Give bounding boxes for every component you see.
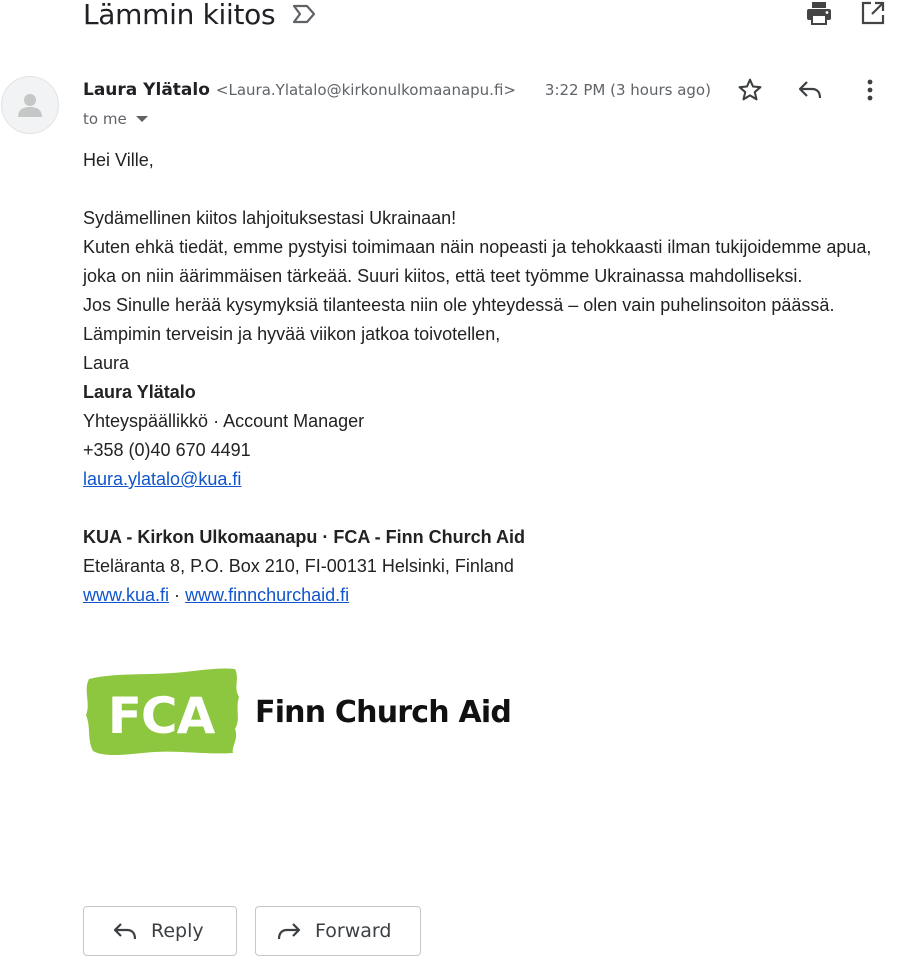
greeting: Hei Ville,: [83, 150, 154, 170]
label-outline-icon[interactable]: [291, 4, 317, 24]
body-line: Jos Sinulle herää kysymyksiä tilanteesta…: [83, 295, 835, 315]
reply-icon: [798, 81, 822, 99]
finnchurchaid-website-link[interactable]: www.finnchurchaid.fi: [185, 585, 349, 605]
forward-button[interactable]: Forward: [255, 906, 421, 956]
sender-avatar[interactable]: [1, 76, 59, 134]
reply-button-label: Reply: [151, 920, 204, 942]
body-line: Kuten ehkä tiedät, emme pystyisi toimima…: [83, 237, 872, 286]
kua-website-link[interactable]: www.kua.fi: [83, 585, 169, 605]
more-options-button[interactable]: [840, 73, 900, 107]
star-button[interactable]: [720, 73, 780, 107]
body-line: Laura: [83, 353, 130, 373]
top-actions: [792, 0, 900, 29]
logo-mark-text: FCA: [108, 687, 216, 745]
recipient-label: to me: [83, 110, 127, 128]
message-header: Laura Ylätalo <Laura.Ylatalo@kirkonulkom…: [83, 77, 900, 103]
logo-wordmark: Finn Church Aid: [255, 695, 511, 730]
signature-phone: +358 (0)40 670 4491: [83, 440, 251, 460]
sender-name[interactable]: Laura Ylätalo: [83, 80, 210, 100]
body-line: Lämpimin terveisin ja hyvää viikon jatko…: [83, 324, 501, 344]
recipient-details[interactable]: to me: [83, 108, 148, 130]
open-in-new-window-button[interactable]: [846, 0, 900, 29]
forward-icon: [277, 923, 301, 940]
print-icon: [807, 2, 831, 25]
more-vert-icon: [867, 79, 873, 101]
print-button[interactable]: [792, 0, 846, 29]
body-line: Sydämellinen kiitos lahjoituksestasi Ukr…: [83, 208, 457, 228]
person-icon: [18, 94, 42, 117]
fca-logo[interactable]: FCA Finn Church Aid: [83, 665, 523, 757]
signature-org: KUA - Kirkon Ulkomaanapu · FCA - Finn Ch…: [83, 527, 525, 547]
signature-title: Yhteyspäällikkö · Account Manager: [83, 411, 365, 431]
reply-icon-button[interactable]: [780, 73, 840, 107]
bottom-actions: Reply Forward: [83, 906, 421, 956]
reply-button[interactable]: Reply: [83, 906, 237, 956]
message-timestamp: 3:22 PM (3 hours ago): [544, 81, 711, 99]
signature-email-link[interactable]: laura.ylatalo@kua.fi: [83, 469, 241, 489]
forward-button-label: Forward: [315, 920, 392, 942]
signature-address: Eteläranta 8, P.O. Box 210, FI-00131 Hel…: [83, 556, 514, 576]
subject-row: Lämmin kiitos: [83, 0, 317, 34]
email-subject: Lämmin kiitos: [83, 0, 276, 31]
sender-email: <Laura.Ylatalo@kirkonulkomaanapu.fi>: [215, 81, 516, 99]
signature-name: Laura Ylätalo: [83, 382, 196, 402]
link-separator: ·: [174, 585, 181, 605]
header-actions: [720, 73, 900, 107]
open-in-new-icon: [861, 1, 885, 25]
star-outline-icon: [738, 78, 762, 101]
chevron-down-icon[interactable]: [135, 116, 148, 122]
message-body: Hei Ville, Sydämellinen kiitos lahjoituk…: [83, 146, 898, 610]
reply-icon: [113, 923, 137, 940]
